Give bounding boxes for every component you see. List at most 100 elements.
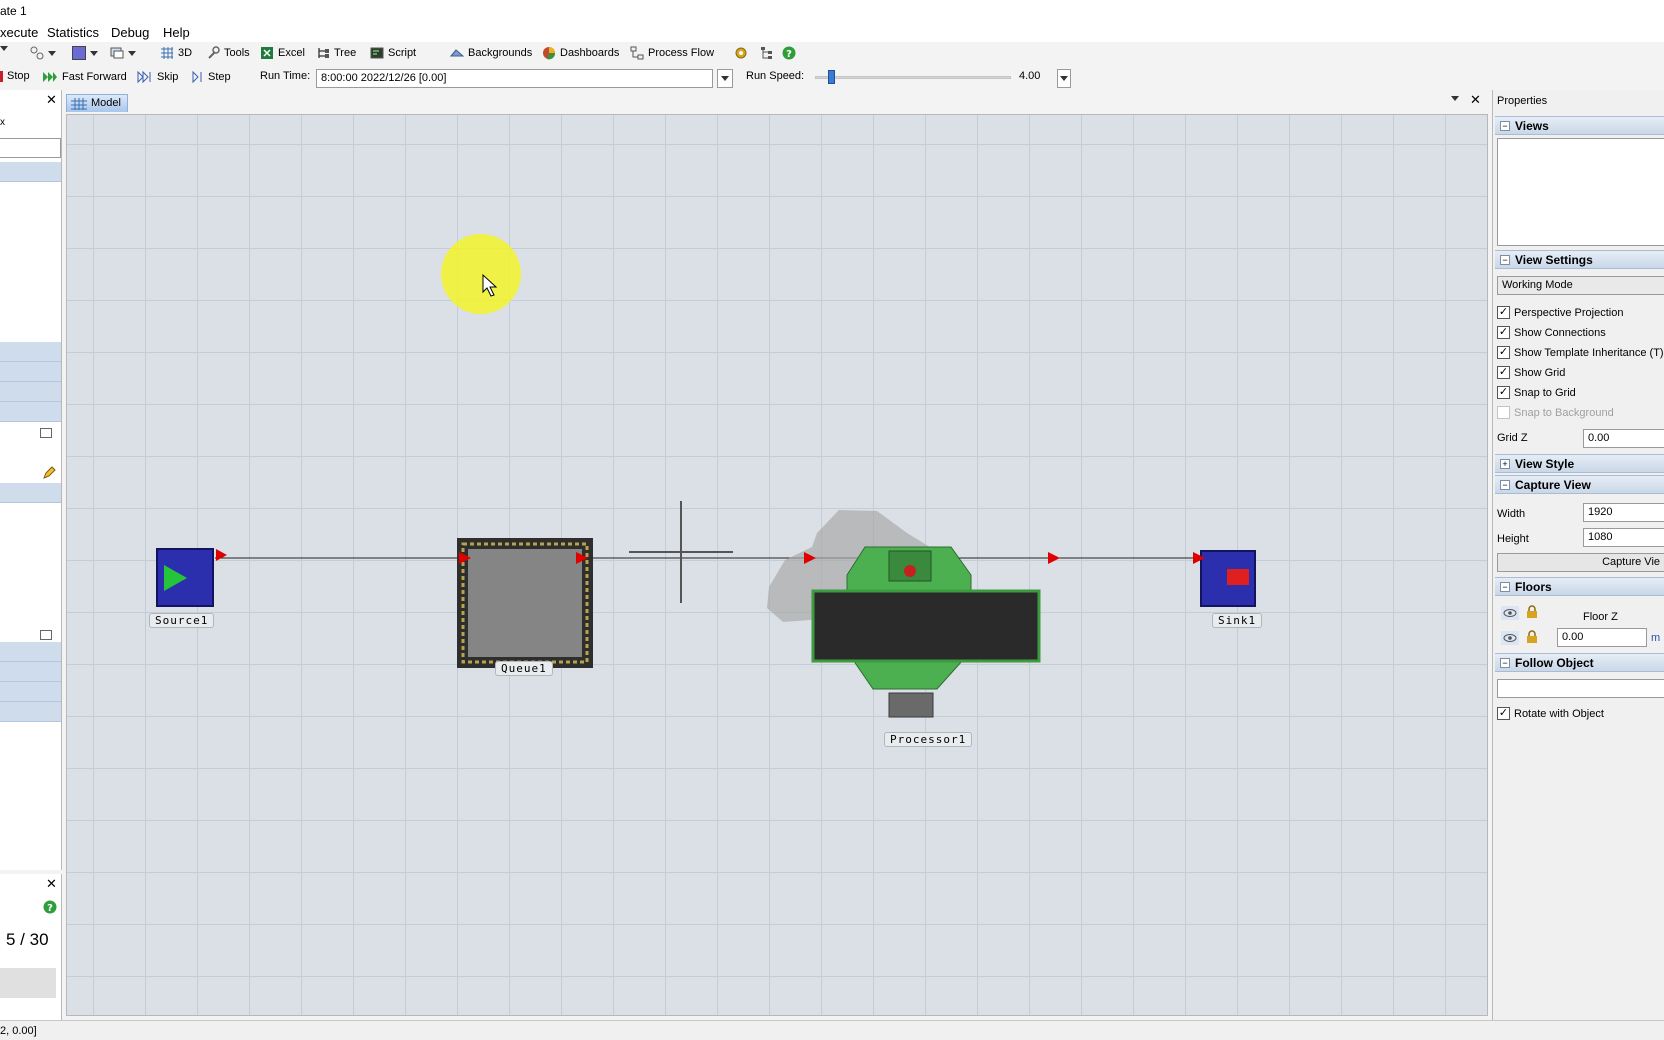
eye-icon[interactable] <box>1501 631 1519 645</box>
toolbar-hierarchy-button[interactable] <box>760 46 774 60</box>
width-input[interactable]: 1920 <box>1583 503 1664 522</box>
menu-help[interactable]: Help <box>163 25 190 40</box>
show-connections-checkbox[interactable]: ✓ Show Connections <box>1497 326 1606 339</box>
library-row[interactable] <box>0 162 61 182</box>
collapse-icon: − <box>1500 480 1510 490</box>
section-view-settings[interactable]: − View Settings <box>1495 250 1664 269</box>
stop-button[interactable]: Stop <box>0 70 30 82</box>
section-floors-label: Floors <box>1515 580 1552 594</box>
toolbar-help-button[interactable]: ? <box>782 46 796 60</box>
toolbar-settings-button[interactable] <box>734 46 748 60</box>
tab-close-icon[interactable]: x <box>0 117 5 128</box>
step-button[interactable]: Step <box>192 70 231 84</box>
show-template-inheritance-checkbox[interactable]: ✓ Show Template Inheritance (T) <box>1497 346 1664 359</box>
grid-z-input[interactable]: 0.00 <box>1583 429 1664 448</box>
checkbox-label: Snap to Grid <box>1514 386 1576 399</box>
menu-execute[interactable]: xecute <box>0 25 38 40</box>
chevron-down-icon[interactable] <box>1451 96 1459 101</box>
snap-to-grid-checkbox[interactable]: ✓ Snap to Grid <box>1497 386 1576 399</box>
section-view-style[interactable]: + View Style <box>1495 454 1664 473</box>
left-panel: ✕ x ✕ ? 5 / 30 <box>0 90 62 1020</box>
output-port-arrow <box>216 549 227 561</box>
toolbar-dashboards-button[interactable]: Dashboards <box>542 46 619 60</box>
run-time-field[interactable]: 8:00:00 2022/12/26 [0.00] <box>316 69 713 88</box>
lower-left-panel: ✕ ? 5 / 30 <box>0 874 62 1020</box>
snap-to-background-checkbox[interactable]: Snap to Background <box>1497 406 1614 419</box>
toolbar-script-button[interactable]: Script <box>370 46 416 60</box>
close-icon[interactable]: ✕ <box>46 876 57 892</box>
section-follow-object-label: Follow Object <box>1515 656 1594 670</box>
perspective-projection-checkbox[interactable]: ✓ Perspective Projection <box>1497 306 1623 319</box>
section-capture-view[interactable]: − Capture View <box>1495 475 1664 494</box>
menu-debug[interactable]: Debug <box>111 25 149 40</box>
skip-button[interactable]: Skip <box>137 70 178 84</box>
eye-icon[interactable] <box>1501 606 1519 620</box>
collapse-icon: − <box>1500 121 1510 131</box>
library-row[interactable] <box>0 362 61 382</box>
height-label: Height <box>1497 533 1529 545</box>
show-grid-checkbox[interactable]: ✓ Show Grid <box>1497 366 1565 379</box>
section-views[interactable]: − Views <box>1495 116 1664 135</box>
rotate-with-object-checkbox[interactable]: ✓ Rotate with Object <box>1497 707 1604 720</box>
collapse-icon: − <box>1500 658 1510 668</box>
lock-icon[interactable] <box>1525 630 1539 644</box>
run-speed-dropdown[interactable] <box>1057 69 1071 88</box>
cursor-highlight <box>441 234 521 314</box>
toolbar-excel-label: Excel <box>278 47 305 59</box>
collapse-icon: − <box>1500 582 1510 592</box>
toolbar-tools-button[interactable]: Tools <box>206 46 250 60</box>
library-row[interactable] <box>0 702 61 722</box>
section-follow-object[interactable]: − Follow Object <box>1495 653 1664 672</box>
library-row[interactable] <box>0 642 61 662</box>
menu-bar: xecute Statistics Debug Help <box>0 22 1664 42</box>
close-icon[interactable]: ✕ <box>1470 92 1481 108</box>
help-icon[interactable]: ? <box>43 900 57 914</box>
follow-object-input[interactable] <box>1497 679 1664 698</box>
toolbar-color-tool[interactable] <box>72 46 98 60</box>
toolbar-3d-button[interactable]: 3D <box>160 46 192 60</box>
views-list[interactable] <box>1497 138 1664 246</box>
tab-model[interactable]: Model <box>66 94 128 112</box>
checkbox-icon: ✓ <box>1497 707 1510 720</box>
library-search-input[interactable] <box>0 138 61 158</box>
restore-icon[interactable] <box>40 630 52 640</box>
library-row[interactable] <box>0 342 61 362</box>
title-bar: ate 1 <box>0 0 1664 24</box>
status-bar: 2, 0.00] <box>0 1020 1664 1040</box>
step-counter: 5 / 30 <box>6 930 49 949</box>
menu-statistics[interactable]: Statistics <box>47 25 99 40</box>
library-row[interactable] <box>0 382 61 402</box>
lock-icon[interactable] <box>1525 605 1539 619</box>
chevron-down-icon <box>48 50 56 56</box>
expand-icon: + <box>1500 459 1510 469</box>
toolbar-script-label: Script <box>388 47 417 59</box>
restore-icon[interactable] <box>40 428 52 438</box>
lower-panel-button[interactable] <box>0 968 56 998</box>
toolbar-view-tool[interactable] <box>110 46 136 60</box>
library-row[interactable] <box>0 662 61 682</box>
toolbar-process-flow-button[interactable]: Process Flow <box>630 46 714 60</box>
library-row[interactable] <box>0 483 61 503</box>
run-speed-slider[interactable] <box>815 76 1011 79</box>
toolbar-backgrounds-button[interactable]: Backgrounds <box>450 46 532 60</box>
run-time-dropdown[interactable] <box>717 69 733 88</box>
edit-icon[interactable] <box>42 466 56 480</box>
library-row[interactable] <box>0 682 61 702</box>
section-floors[interactable]: − Floors <box>1495 577 1664 596</box>
fast-forward-icon <box>43 72 57 82</box>
toolbar-excel-button[interactable]: Excel <box>260 46 305 60</box>
toolbar-tree-button[interactable]: Tree <box>316 46 356 60</box>
fast-forward-label: Fast Forward <box>62 71 127 83</box>
working-mode-dropdown[interactable]: Working Mode <box>1497 276 1664 295</box>
height-input[interactable]: 1080 <box>1583 528 1664 547</box>
close-icon[interactable]: ✕ <box>46 92 57 108</box>
floor-z-input[interactable]: 0.00 <box>1557 628 1647 647</box>
model-canvas <box>156 234 1256 718</box>
run-speed-slider-thumb[interactable] <box>828 70 835 84</box>
toolbar-connect-tool[interactable] <box>30 46 56 60</box>
toolbar-dropdown-1[interactable] <box>0 46 8 51</box>
fast-forward-button[interactable]: Fast Forward <box>42 70 127 84</box>
capture-view-button[interactable]: Capture Vie <box>1497 553 1664 572</box>
model-3d-view[interactable]: Source1 Queue1 Processor1 Sink1 <box>66 114 1488 1016</box>
library-row[interactable] <box>0 402 61 422</box>
